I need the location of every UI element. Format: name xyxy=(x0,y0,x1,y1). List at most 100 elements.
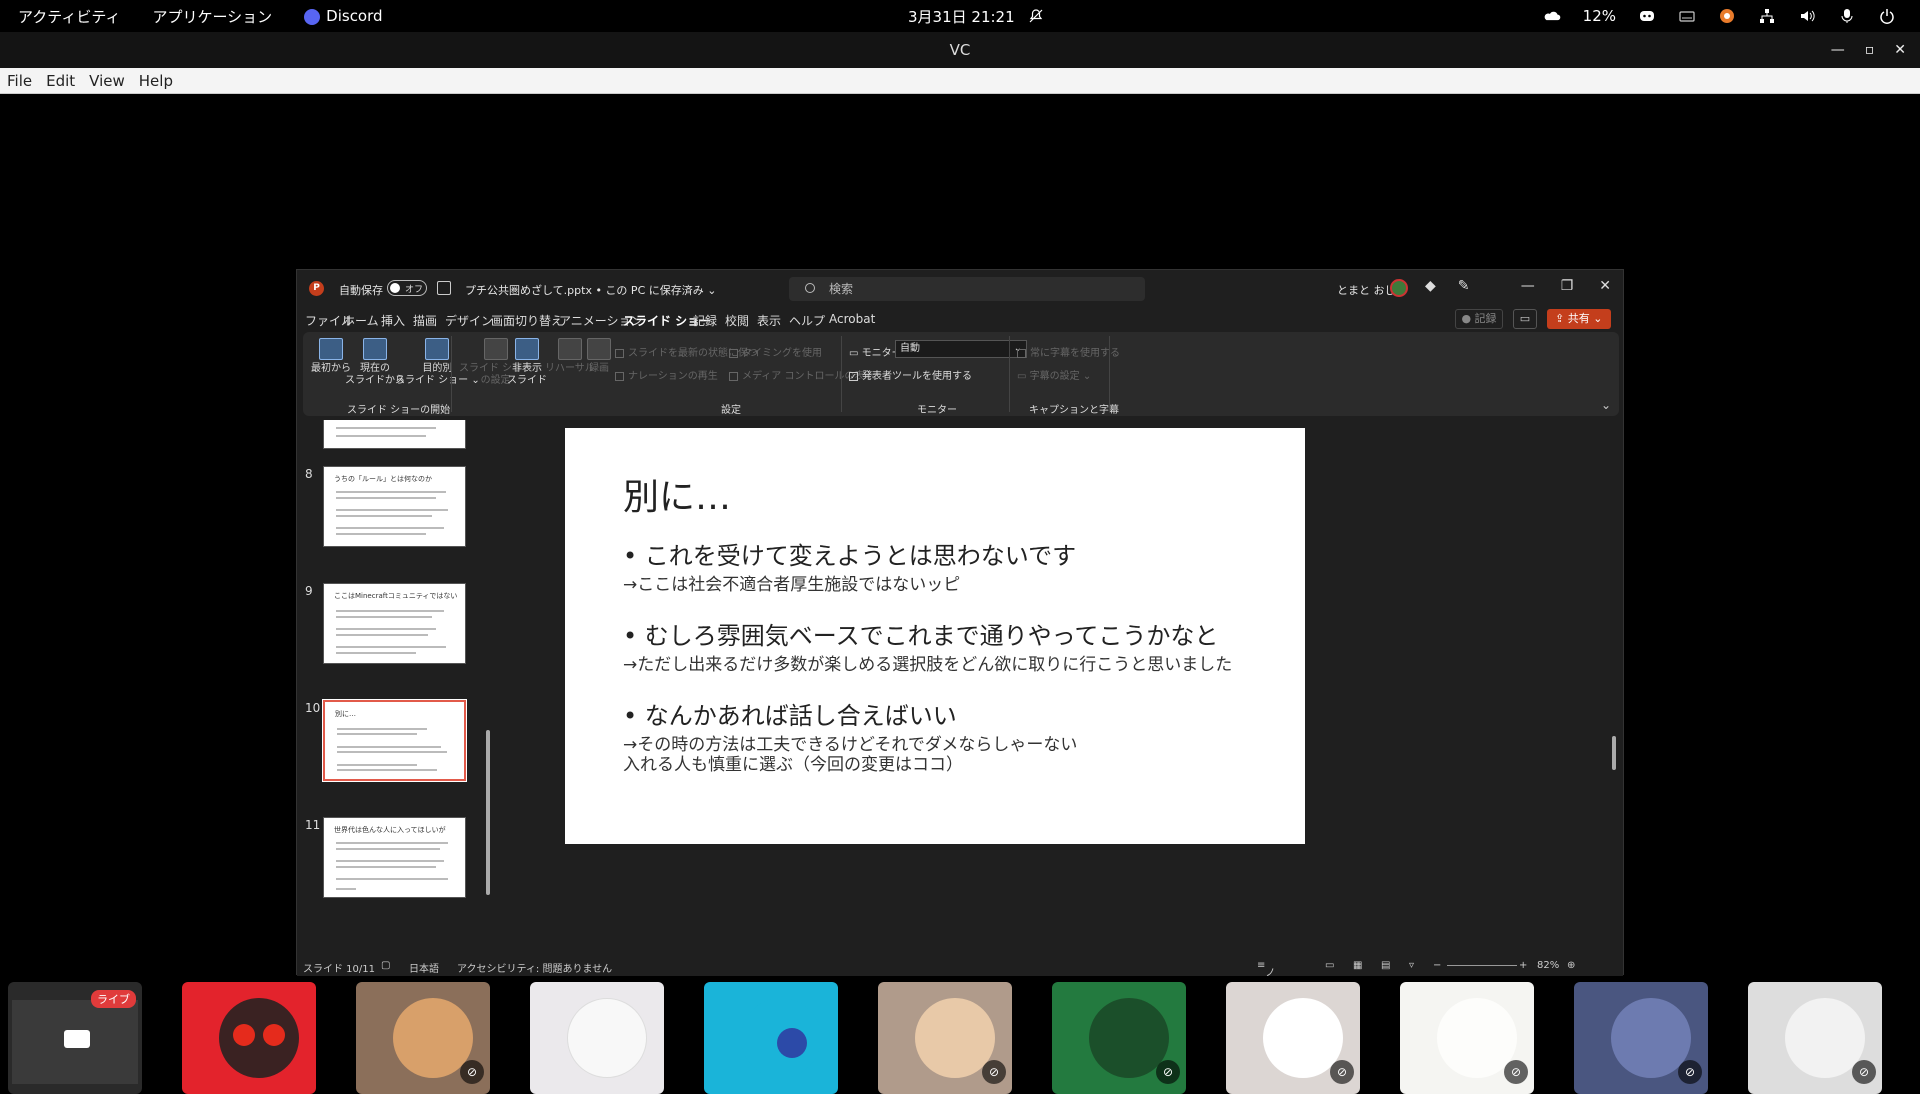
participant-tile[interactable] xyxy=(530,982,664,1094)
comments-icon[interactable]: ▭ xyxy=(1513,309,1537,329)
tab-home[interactable]: ホーム xyxy=(343,312,379,329)
pen-icon[interactable]: ✎ xyxy=(1458,278,1470,294)
avatar[interactable] xyxy=(1390,279,1408,297)
slide-thumbnail[interactable] xyxy=(323,420,466,449)
scrollbar-thumb[interactable] xyxy=(1612,736,1616,770)
zoom-level[interactable]: 82% xyxy=(1537,960,1559,971)
fit-to-window-icon[interactable]: ⊕ xyxy=(1567,960,1575,971)
tab-insert[interactable]: 挿入 xyxy=(381,312,405,329)
checkbox-box xyxy=(729,348,738,358)
tab-help[interactable]: ヘルプ xyxy=(789,312,825,329)
tab-review[interactable]: 校閲 xyxy=(725,312,749,329)
record-button[interactable]: ● 記録 xyxy=(1455,309,1503,329)
clock-area[interactable]: 3月31日 21:21 xyxy=(908,0,1045,32)
save-icon[interactable] xyxy=(437,281,451,295)
presenter-view-checkbox[interactable]: ✓ 発表者ツールを使用する xyxy=(849,367,972,382)
microphone-icon[interactable] xyxy=(1838,7,1856,25)
weather-icon[interactable] xyxy=(1543,7,1561,25)
participant-tile[interactable]: ⊘ xyxy=(878,982,1012,1094)
participant-tile[interactable] xyxy=(182,982,316,1094)
user-name[interactable]: とまと おじ xyxy=(1337,282,1396,298)
focused-app-label: Discord xyxy=(326,7,383,25)
slideshow-view-icon[interactable]: ▿ xyxy=(1409,960,1414,971)
subtitles-checkbox[interactable]: 常に字幕を使用する xyxy=(1017,344,1120,359)
applications-menu[interactable]: アプリケーション xyxy=(152,6,272,27)
participant-tile[interactable]: ⊘ xyxy=(1748,982,1882,1094)
ppt-close-icon[interactable]: ✕ xyxy=(1599,278,1611,294)
vc-menubar: File Edit View Help xyxy=(0,68,1920,94)
ribbon-separator xyxy=(1009,336,1010,412)
menu-view[interactable]: View xyxy=(82,72,132,90)
zoom-slider[interactable] xyxy=(1447,965,1517,966)
slide-title[interactable]: 別に… xyxy=(623,468,731,520)
tab-design[interactable]: デザイン xyxy=(445,312,493,329)
tab-acrobat[interactable]: Acrobat xyxy=(829,312,875,326)
participant-tile[interactable]: ⊘ xyxy=(1052,982,1186,1094)
search-input[interactable]: 検索 xyxy=(789,277,1145,301)
record-show-button[interactable]: 録画 xyxy=(587,338,611,375)
language[interactable]: 日本語 xyxy=(409,960,439,975)
scrollbar-thumb[interactable] xyxy=(486,730,490,895)
subtitle-settings-button[interactable]: ▭ 字幕の設定 ⌄ xyxy=(1017,367,1091,382)
tab-transitions[interactable]: 画面切り替え xyxy=(491,312,563,329)
tab-record[interactable]: 記録 xyxy=(693,312,717,329)
zoom-out-icon[interactable]: − xyxy=(1433,960,1441,971)
screenshare-tile[interactable]: ライブ xyxy=(8,982,142,1094)
timing-checkbox[interactable]: タイミングを使用 xyxy=(729,344,822,359)
participant-tile[interactable]: ⊘ xyxy=(356,982,490,1094)
collapse-ribbon-icon[interactable]: ⌄ xyxy=(1601,398,1611,412)
slide-subtext[interactable]: →ただし出来るだけ多数が楽しめる選択肢をどん欲に取りに行こうと思いました xyxy=(623,650,1232,675)
menu-help[interactable]: Help xyxy=(132,72,180,90)
activities-button[interactable]: アクティビティ xyxy=(18,6,120,27)
thumbnail-scrollbar[interactable] xyxy=(483,420,493,953)
spellcheck-icon[interactable]: ▢ xyxy=(381,960,390,971)
narration-checkbox[interactable]: ナレーションの再生 xyxy=(615,367,718,382)
network-icon[interactable] xyxy=(1758,7,1776,25)
zoom-in-icon[interactable]: + xyxy=(1519,960,1527,971)
focused-app[interactable]: Discord xyxy=(304,7,383,25)
reading-view-icon[interactable]: ▤ xyxy=(1381,960,1390,971)
power-icon[interactable] xyxy=(1878,7,1896,25)
slide-bullet[interactable]: • なんかあれば話し合えばいい xyxy=(623,696,957,731)
thumbnail-title: ここはMinecraftコミュニティではない xyxy=(334,592,458,600)
tab-draw[interactable]: 描画 xyxy=(413,312,437,329)
file-name[interactable]: プチ公共圏めざして.pptx • この PC に保存済み ⌄ xyxy=(465,282,716,298)
participant-tile[interactable]: ⊘ xyxy=(1574,982,1708,1094)
discord-tray-icon[interactable] xyxy=(1638,7,1656,25)
monitor-select[interactable]: 自動 ⌄ xyxy=(895,340,1027,358)
notes-button[interactable]: ≡ ノート xyxy=(1257,960,1275,1009)
slide-bullet[interactable]: • これを受けて変えようとは思わないです xyxy=(623,536,1076,571)
accessibility-status[interactable]: アクセシビリティ: 問題ありません xyxy=(457,960,612,975)
minimize-icon[interactable]: — xyxy=(1831,42,1845,58)
tab-view[interactable]: 表示 xyxy=(757,312,781,329)
diamond-icon[interactable]: ◆ xyxy=(1425,278,1436,294)
participant-tile[interactable]: ⊘ xyxy=(1226,982,1360,1094)
maximize-icon[interactable]: ▫ xyxy=(1865,42,1875,58)
menu-file[interactable]: File xyxy=(0,72,39,90)
app-tray-icon[interactable] xyxy=(1718,7,1736,25)
slide-thumbnail-selected[interactable]: 別に… xyxy=(322,699,467,782)
slide-bullet[interactable]: • むしろ雰囲気ベースでこれまで通りやってこうかなと xyxy=(623,616,1218,651)
keyboard-tray-icon[interactable] xyxy=(1678,7,1696,25)
slide-subtext[interactable]: 入れる人も慎重に選ぶ（今回の変更はココ） xyxy=(623,750,963,775)
autosave-toggle[interactable]: オフ xyxy=(387,280,427,296)
normal-view-icon[interactable]: ▭ xyxy=(1325,960,1334,971)
discord-icon xyxy=(304,8,321,25)
slide-thumbnail[interactable]: 世界代は色んな人に入ってほしいが xyxy=(323,817,466,898)
volume-icon[interactable] xyxy=(1798,7,1816,25)
slide-thumbnail[interactable]: うちの「ルール」とは何なのか xyxy=(323,466,466,547)
current-slide[interactable]: 別に… • これを受けて変えようとは思わないです →ここは社会不適合者厚生施設で… xyxy=(565,428,1305,844)
hide-slide-button[interactable]: 非表示 スライド xyxy=(507,338,547,387)
share-button[interactable]: ⇪ 共有 ⌄ xyxy=(1547,309,1611,329)
slide-scrollbar[interactable] xyxy=(1609,420,1619,953)
vc-window-titlebar[interactable]: VC — ▫ ✕ xyxy=(0,32,1920,68)
menu-edit[interactable]: Edit xyxy=(39,72,82,90)
slide-sorter-icon[interactable]: ▦ xyxy=(1353,960,1362,971)
close-icon[interactable]: ✕ xyxy=(1894,42,1906,58)
ppt-minimize-icon[interactable]: — xyxy=(1521,278,1535,294)
slide-thumbnail[interactable]: ここはMinecraftコミュニティではない xyxy=(323,583,466,664)
participant-tile[interactable] xyxy=(704,982,838,1094)
slide-subtext[interactable]: →ここは社会不適合者厚生施設ではないッピ xyxy=(623,570,960,595)
ppt-restore-icon[interactable]: ❐ xyxy=(1561,278,1574,294)
participant-tile[interactable]: ⊘ xyxy=(1400,982,1534,1094)
